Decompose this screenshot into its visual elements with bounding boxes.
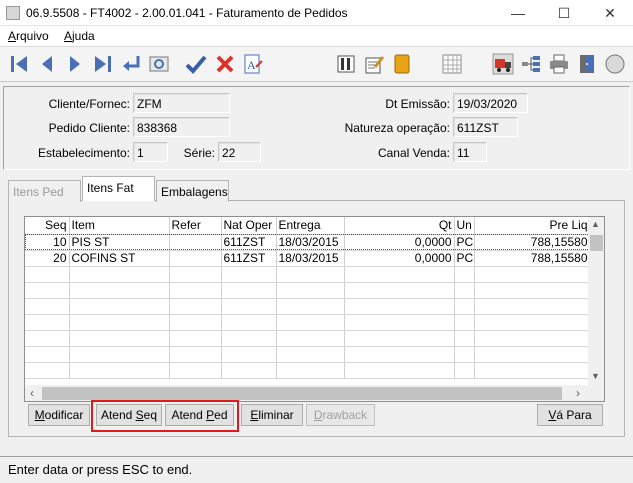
minimize-button[interactable]: —	[495, 0, 541, 26]
tab-embalagens[interactable]: Embalagens	[156, 180, 229, 202]
calendar-icon[interactable]	[439, 51, 465, 77]
cell-seq[interactable]: 10	[25, 234, 70, 251]
table-row[interactable]	[25, 362, 591, 379]
previous-record-icon[interactable]	[34, 51, 60, 77]
scroll-left-icon[interactable]: ‹	[30, 386, 34, 400]
cliente-label: Cliente/Fornec:	[48, 97, 130, 111]
canal-venda-label: Canal Venda:	[377, 146, 450, 160]
go-to-icon[interactable]	[118, 51, 144, 77]
notes-icon[interactable]	[361, 51, 387, 77]
items-grid[interactable]: Seq Item Refer Nat Oper Entrega Qt Un Pr…	[24, 216, 605, 402]
col-header-nat-oper[interactable]: Nat Oper	[221, 217, 277, 235]
help-icon[interactable]	[602, 51, 628, 77]
cell-qt[interactable]: 0,0000	[344, 250, 455, 267]
title-bar: 06.9.5508 - FT4002 - 2.00.01.041 - Fatur…	[0, 0, 633, 26]
canal-venda-field[interactable]: 11	[453, 142, 487, 162]
cell-pre-liq[interactable]: 788,15580	[474, 234, 591, 251]
next-record-icon[interactable]	[62, 51, 88, 77]
vertical-scroll-thumb[interactable]	[590, 235, 603, 251]
scroll-right-icon[interactable]: ›	[576, 386, 580, 400]
menu-arquivo[interactable]: Arquivo	[8, 29, 49, 43]
table-row[interactable]: 20 COFINS ST 611ZST 18/03/2015 0,0000 PC…	[25, 250, 591, 267]
col-header-seq[interactable]: Seq	[25, 217, 70, 235]
scroll-down-icon[interactable]: ▼	[591, 371, 600, 381]
tree-structure-icon[interactable]	[518, 51, 544, 77]
col-header-entrega[interactable]: Entrega	[276, 217, 345, 235]
atend-ped-button[interactable]: Atend Ped	[165, 404, 234, 426]
cell-un[interactable]: PC	[454, 234, 475, 251]
natureza-operacao-field[interactable]: 611ZST	[453, 117, 518, 137]
menu-ajuda[interactable]: Ajuda	[64, 29, 95, 43]
toolbar: A	[0, 46, 633, 82]
horizontal-scroll-thumb[interactable]	[42, 387, 562, 400]
drawback-button[interactable]: Drawback	[306, 404, 375, 426]
estabelecimento-field[interactable]: 1	[133, 142, 168, 162]
col-header-refer[interactable]: Refer	[169, 217, 222, 235]
col-header-item[interactable]: Item	[69, 217, 170, 235]
first-record-icon[interactable]	[6, 51, 32, 77]
cell-un[interactable]: PC	[454, 250, 475, 267]
atend-seq-button[interactable]: Atend Seq	[96, 404, 162, 426]
edit-text-icon[interactable]: A	[240, 51, 266, 77]
menu-bar: Arquivo Ajuda	[0, 26, 633, 46]
table-row[interactable]	[25, 266, 591, 283]
cell-qt[interactable]: 0,0000	[344, 234, 455, 251]
cancel-x-icon[interactable]	[212, 51, 238, 77]
truck-icon[interactable]	[490, 51, 516, 77]
cell-entrega[interactable]: 18/03/2015	[276, 250, 345, 267]
last-record-icon[interactable]	[90, 51, 116, 77]
columns-icon[interactable]	[333, 51, 359, 77]
cell-seq[interactable]: 20	[25, 250, 70, 267]
table-row[interactable]	[25, 330, 591, 347]
svg-text:A: A	[247, 58, 256, 72]
table-row[interactable]	[25, 314, 591, 331]
cell-nat-oper[interactable]: 611ZST	[221, 250, 277, 267]
scroll-up-icon[interactable]: ▲	[591, 219, 600, 229]
va-para-button[interactable]: Vá Para	[537, 404, 603, 426]
vertical-scrollbar[interactable]: ▲ ▼	[588, 217, 604, 385]
serie-field[interactable]: 22	[218, 142, 261, 162]
window-title: 06.9.5508 - FT4002 - 2.00.01.041 - Fatur…	[26, 6, 348, 20]
cell-item[interactable]: COFINS ST	[69, 250, 170, 267]
cell-item[interactable]: PIS ST	[69, 234, 170, 251]
scroll-corner	[588, 385, 604, 401]
printer-icon[interactable]	[546, 51, 572, 77]
col-header-qt[interactable]: Qt	[344, 217, 455, 235]
cell-entrega[interactable]: 18/03/2015	[276, 234, 345, 251]
col-header-pre-liq[interactable]: Pre Liq	[474, 217, 591, 235]
search-icon[interactable]	[146, 51, 172, 77]
table-row[interactable]	[25, 282, 591, 299]
confirm-check-icon[interactable]	[183, 51, 209, 77]
eliminar-button[interactable]: Eliminar	[241, 404, 303, 426]
col-header-un[interactable]: Un	[454, 217, 475, 235]
cell-nat-oper[interactable]: 611ZST	[221, 234, 277, 251]
close-button[interactable]: ✕	[587, 0, 633, 26]
cell-pre-liq[interactable]: 788,15580	[474, 250, 591, 267]
pedido-cliente-label: Pedido Cliente:	[48, 121, 130, 135]
table-row[interactable]: 10 PIS ST 611ZST 18/03/2015 0,0000 PC 78…	[25, 234, 591, 251]
book-icon[interactable]	[389, 51, 415, 77]
dt-emissao-field[interactable]: 19/03/2020	[453, 93, 528, 113]
tab-itens-fat[interactable]: Itens Fat	[82, 176, 155, 201]
items-table: Seq Item Refer Nat Oper Entrega Qt Un Pr…	[25, 217, 591, 379]
cell-refer[interactable]	[169, 234, 222, 251]
table-row[interactable]	[25, 346, 591, 363]
dt-emissao-label: Dt Emissão:	[385, 97, 450, 111]
table-row[interactable]	[25, 298, 591, 315]
table-header-row: Seq Item Refer Nat Oper Entrega Qt Un Pr…	[25, 217, 591, 235]
serie-label: Série:	[183, 146, 215, 160]
modificar-button[interactable]: Modificar	[28, 404, 90, 426]
cell-refer[interactable]	[169, 250, 222, 267]
cliente-field[interactable]: ZFM	[133, 93, 230, 113]
status-bar: Enter data or press ESC to end.	[0, 456, 633, 483]
maximize-button[interactable]: ☐	[541, 0, 587, 26]
app-icon	[6, 6, 20, 20]
pedido-cliente-field[interactable]: 838368	[133, 117, 230, 137]
tab-itens-ped[interactable]: Itens Ped	[8, 180, 81, 202]
exit-door-icon[interactable]	[574, 51, 600, 77]
estabelecimento-label: Estabelecimento:	[37, 146, 130, 160]
natureza-operacao-label: Natureza operação:	[344, 121, 450, 135]
